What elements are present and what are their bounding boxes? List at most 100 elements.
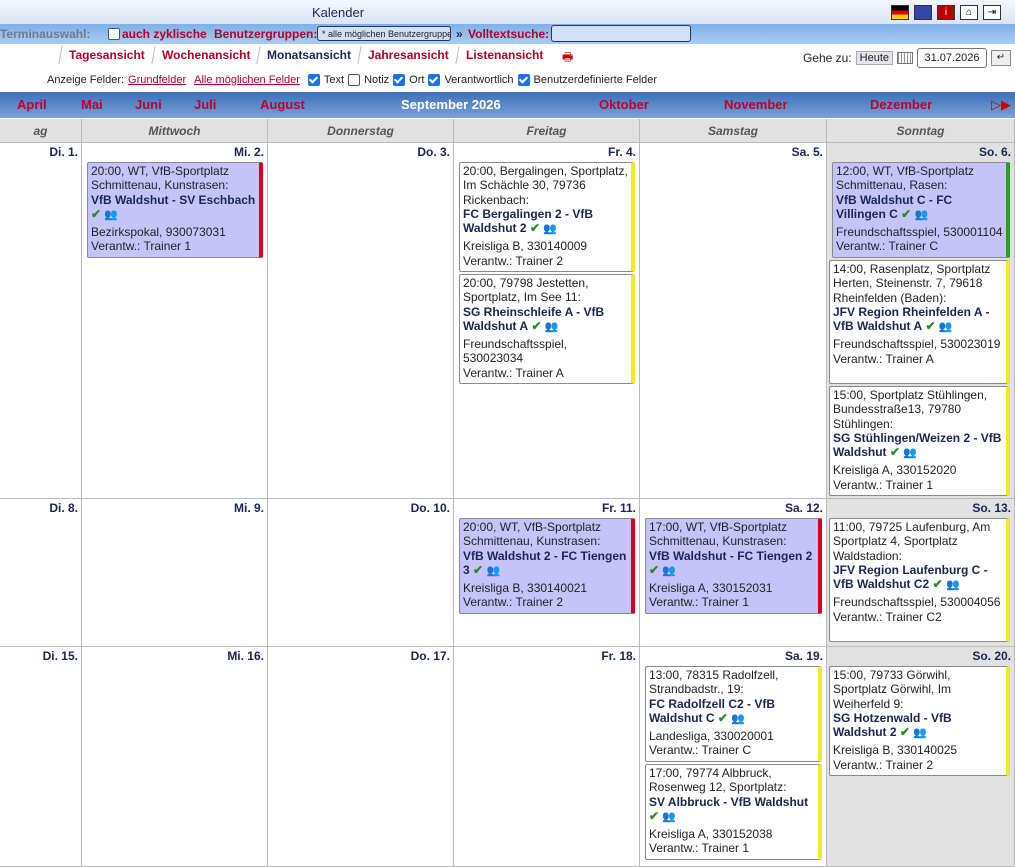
home-icon[interactable]: ⌂ <box>960 5 978 20</box>
calendar-event[interactable]: 17:00, 79774 Albbruck, Rosenweg 12, Spor… <box>645 764 822 860</box>
day-cell[interactable]: So. 13. 11:00, 79725 Laufenburg, Am Spor… <box>827 499 1015 647</box>
group-icon: 👥 <box>913 727 928 740</box>
header-donnerstag: Donnerstag <box>268 119 454 143</box>
day-cell[interactable]: So. 20. 15:00, 79733 Görwihl, Sportplatz… <box>827 647 1015 867</box>
day-cell[interactable]: Do. 3. <box>268 143 454 499</box>
calendar-grid-icon[interactable] <box>897 52 913 64</box>
day-cell[interactable]: Fr. 4. 20:00, Bergalingen, Sportplatz, I… <box>454 143 640 499</box>
tab-wochenansicht[interactable]: Wochenansicht <box>151 46 260 64</box>
day-number[interactable]: Mi. 16. <box>227 649 264 663</box>
verantwortlich-checkbox[interactable] <box>428 74 441 86</box>
day-number[interactable]: Mi. 9. <box>234 501 264 515</box>
tab-tagesansicht[interactable]: Tagesansicht <box>58 46 155 64</box>
group-icon: 👥 <box>662 810 677 823</box>
volltext-search-input[interactable] <box>551 25 691 42</box>
calendar-event[interactable]: 20:00, WT, VfB-Sportplatz Schmittenau, K… <box>459 518 635 614</box>
english-flag-icon[interactable] <box>914 5 932 20</box>
group-icon: 👥 <box>543 223 558 236</box>
print-icon[interactable]: 🖶 <box>562 48 573 69</box>
month-juli[interactable]: Juli <box>194 97 216 112</box>
month-august[interactable]: August <box>260 97 305 112</box>
month-mai[interactable]: Mai <box>81 97 103 112</box>
group-icon: 👥 <box>662 564 677 577</box>
day-cell[interactable]: Di. 15. <box>0 647 82 867</box>
alle-felder-link[interactable]: Alle möglichen Felder <box>194 74 300 86</box>
calendar-event[interactable]: 14:00, Rasenplatz, Sportplatz Herten, St… <box>829 260 1010 384</box>
benutzer-checkbox[interactable] <box>517 74 530 86</box>
month-juni[interactable]: Juni <box>135 97 162 112</box>
month-november[interactable]: November <box>724 97 788 112</box>
goto-date-input[interactable]: 31.07.2026 <box>917 48 987 68</box>
month-oktober[interactable]: Oktober <box>599 97 649 112</box>
tab-jahresansicht[interactable]: Jahresansicht <box>357 46 459 64</box>
next-arrow-icon[interactable]: ▷▶ <box>991 97 1011 113</box>
group-icon: 👥 <box>731 712 746 725</box>
day-number[interactable]: Sa. 5. <box>792 145 823 159</box>
day-cell[interactable]: Sa. 5. <box>640 143 827 499</box>
check-icon: ✔ <box>531 318 542 333</box>
exit-icon[interactable]: ⇥ <box>983 5 1001 20</box>
month-dezember[interactable]: Dezember <box>870 97 932 112</box>
day-cell[interactable]: Fr. 18. <box>454 647 640 867</box>
day-number[interactable]: Do. 17. <box>411 649 450 663</box>
day-cell[interactable]: Di. 8. <box>0 499 82 647</box>
day-cell[interactable]: Fr. 11. 20:00, WT, VfB-Sportplatz Schmit… <box>454 499 640 647</box>
day-number[interactable]: Di. 8. <box>49 501 78 515</box>
day-number[interactable]: So. 13. <box>972 501 1011 515</box>
ort-checkbox[interactable] <box>393 74 406 86</box>
calendar-event[interactable]: 12:00, WT, VfB-Sportplatz Schmittenau, R… <box>832 162 1010 258</box>
notiz-checkbox[interactable] <box>348 74 361 86</box>
day-number[interactable]: Sa. 12. <box>785 501 823 515</box>
day-cell[interactable]: Do. 17. <box>268 647 454 867</box>
month-april[interactable]: April <box>17 97 47 112</box>
volltext-separator: » <box>456 27 463 41</box>
calendar-event[interactable]: 15:00, Sportplatz Stühlingen, Bundesstra… <box>829 386 1010 496</box>
goto-controls: Gehe zu: Heute 31.07.2026 ↵ <box>803 47 1015 69</box>
day-number[interactable]: So. 20. <box>972 649 1011 663</box>
zyklisch-checkbox[interactable] <box>108 28 120 40</box>
tab-monatsansicht[interactable]: Monatsansicht <box>256 46 361 64</box>
day-number[interactable]: Fr. 18. <box>601 649 636 663</box>
title-bar: Kalender i ⌂ ⇥ <box>0 0 1015 24</box>
day-number[interactable]: Fr. 4. <box>608 145 636 159</box>
group-icon: 👥 <box>914 208 929 221</box>
day-cell[interactable]: Sa. 19. 13:00, 78315 Radolfzell, Strandb… <box>640 647 827 867</box>
day-cell[interactable]: Mi. 2. 20:00, WT, VfB-Sportplatz Schmitt… <box>82 143 268 499</box>
day-number[interactable]: So. 6. <box>979 145 1011 159</box>
day-number[interactable]: Di. 1. <box>49 145 78 159</box>
calendar-event[interactable]: 20:00, WT, VfB-Sportplatz Schmittenau, K… <box>87 162 263 258</box>
view-tabs: Tagesansicht Wochenansicht Monatsansicht… <box>58 46 553 64</box>
day-cell[interactable]: Di. 1. <box>0 143 82 499</box>
check-icon: ✔ <box>91 206 102 221</box>
day-cell[interactable]: Sa. 12. 17:00, WT, VfB-Sportplatz Schmit… <box>640 499 827 647</box>
calendar-event[interactable]: 20:00, 79798 Jestetten, Sportplatz, Im S… <box>459 274 635 384</box>
calendar-event[interactable]: 17:00, WT, VfB-Sportplatz Schmittenau, K… <box>645 518 822 614</box>
day-number[interactable]: Fr. 11. <box>602 501 636 515</box>
heute-button[interactable]: Heute <box>855 51 893 65</box>
german-flag-icon[interactable] <box>891 5 909 20</box>
grundfelder-link[interactable]: Grundfelder <box>128 74 186 86</box>
day-cell[interactable]: So. 6. 12:00, WT, VfB-Sportplatz Schmitt… <box>827 143 1015 499</box>
day-number[interactable]: Do. 10. <box>411 501 450 515</box>
day-cell[interactable]: Do. 10. <box>268 499 454 647</box>
day-number[interactable]: Mi. 2. <box>234 145 264 159</box>
calendar-event[interactable]: 13:00, 78315 Radolfzell, Strandbadstr., … <box>645 666 822 762</box>
calendar-event[interactable]: 15:00, 79733 Görwihl, Sportplatz Görwihl… <box>829 666 1010 776</box>
calendar-event[interactable]: 11:00, 79725 Laufenburg, Am Sportplatz 4… <box>829 518 1010 642</box>
info-icon[interactable]: i <box>937 5 955 20</box>
header-mittwoch: Mittwoch <box>82 119 268 143</box>
benutzer-label: Benutzerdefinierte Felder <box>533 74 658 86</box>
group-icon: 👥 <box>544 320 559 333</box>
enter-icon[interactable]: ↵ <box>991 50 1011 66</box>
text-checkbox[interactable] <box>307 74 320 86</box>
day-cell[interactable]: Mi. 16. <box>82 647 268 867</box>
day-number[interactable]: Do. 3. <box>417 145 450 159</box>
day-number[interactable]: Sa. 19. <box>785 649 823 663</box>
calendar-event[interactable]: 20:00, Bergalingen, Sportplatz, Im Schäc… <box>459 162 635 272</box>
check-icon: ✔ <box>925 319 936 334</box>
day-cell[interactable]: Mi. 9. <box>82 499 268 647</box>
tab-listenansicht[interactable]: Listenansicht <box>455 46 553 64</box>
day-number[interactable]: Di. 15. <box>43 649 78 663</box>
benutzergruppen-select[interactable]: * alle möglichen Benutzergruppen <box>317 26 451 41</box>
check-icon: ✔ <box>899 725 910 740</box>
